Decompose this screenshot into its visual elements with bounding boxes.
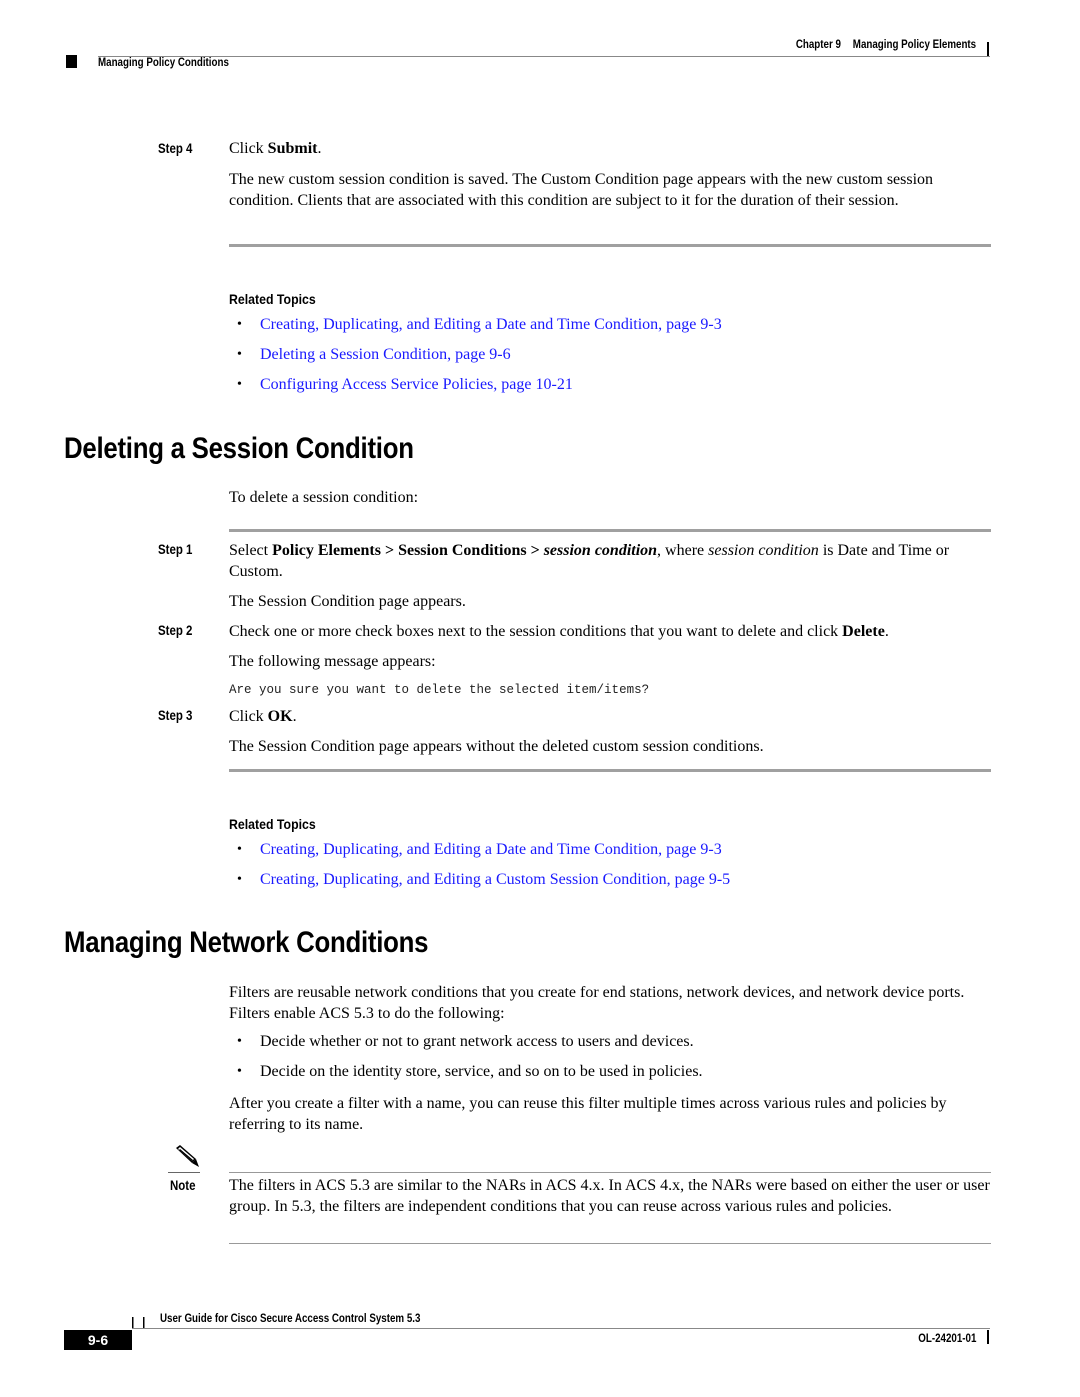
bullet-icon: • [237, 1064, 242, 1079]
section-heading-network: Managing Network Conditions [64, 926, 429, 959]
bullet-icon: • [237, 377, 242, 392]
step-1-result: The Session Condition page appears. [229, 593, 466, 610]
page-number: 9-6 [64, 1330, 132, 1350]
submit-term: Submit [267, 140, 318, 157]
menu-path: Policy Elements > Session Conditions > [272, 542, 544, 559]
note-label-rule [168, 1172, 200, 1173]
note-label: Note [170, 1178, 196, 1193]
confirmation-message: Are you sure you want to delete the sele… [229, 683, 650, 697]
step-3-result: The Session Condition page appears witho… [229, 738, 764, 755]
related-topics-heading: Related Topics [229, 291, 316, 307]
note-top-rule [229, 1172, 991, 1173]
related-link-access-service-policies[interactable]: Configuring Access Service Policies, pag… [260, 376, 573, 394]
step-2-label: Step 2 [158, 623, 193, 638]
bullet-icon: • [237, 347, 242, 362]
procedure-end-rule [229, 244, 991, 247]
bullet-icon: • [237, 842, 242, 857]
pencil-note-icon [176, 1145, 199, 1167]
step-3-label: Step 3 [158, 708, 193, 723]
footer-guide-title: User Guide for Cisco Secure Access Contr… [160, 1313, 421, 1325]
footer-bar-mark [987, 1330, 989, 1344]
step-4-description: The new custom session condition is save… [229, 171, 934, 209]
deleting-intro: To delete a session condition: [229, 489, 419, 506]
step-4-label: Step 4 [158, 141, 193, 156]
ok-term: OK [267, 708, 293, 725]
related-link-date-time-condition[interactable]: Creating, Duplicating, and Editing a Dat… [260, 316, 722, 334]
section-heading-deleting: Deleting a Session Condition [64, 432, 414, 465]
related-link-custom-session-condition[interactable]: Creating, Duplicating, and Editing a Cus… [260, 871, 730, 889]
chapter-label: Chapter 9 [795, 39, 841, 51]
procedure-end-rule [229, 769, 991, 772]
header-bar-mark [987, 42, 989, 56]
note-text: The filters in ACS 5.3 are similar to th… [229, 1177, 990, 1215]
network-bullet: Decide whether or not to grant network a… [260, 1033, 694, 1050]
step-3-text: Click OK. [229, 708, 297, 725]
bullet-icon: • [237, 872, 242, 887]
running-header-section: Managing Policy Conditions [98, 57, 229, 69]
footer-rule [132, 1328, 990, 1329]
header-rule [98, 56, 990, 57]
network-after-text: After you create a filter with a name, y… [229, 1095, 947, 1133]
note-bottom-rule [229, 1243, 991, 1244]
menu-path-variable: session condition [543, 542, 658, 559]
step-4-text: Click Submit. [229, 140, 322, 157]
related-topics-heading: Related Topics [229, 816, 316, 832]
step-1-label: Step 1 [158, 542, 193, 557]
delete-term: Delete [842, 623, 885, 640]
step-2-text: Check one or more check boxes next to th… [229, 623, 889, 640]
network-intro: Filters are reusable network conditions … [229, 984, 965, 1022]
step-2-result: The following message appears: [229, 653, 436, 670]
chapter-title: Managing Policy Elements [852, 39, 976, 51]
bullet-icon: • [237, 1034, 242, 1049]
bullet-icon: • [237, 317, 242, 332]
procedure-start-rule [229, 529, 991, 532]
step-1-text: Select Policy Elements > Session Conditi… [229, 542, 950, 580]
related-link-date-time-condition[interactable]: Creating, Duplicating, and Editing a Dat… [260, 841, 722, 859]
running-header-chapter: Chapter 9 Managing Policy Elements [796, 39, 976, 51]
related-link-deleting-session-condition[interactable]: Deleting a Session Condition, page 9-6 [260, 346, 511, 364]
document-number: OL-24201-01 [917, 1333, 976, 1345]
header-square-mark [66, 55, 77, 68]
network-bullet: Decide on the identity store, service, a… [260, 1063, 703, 1080]
